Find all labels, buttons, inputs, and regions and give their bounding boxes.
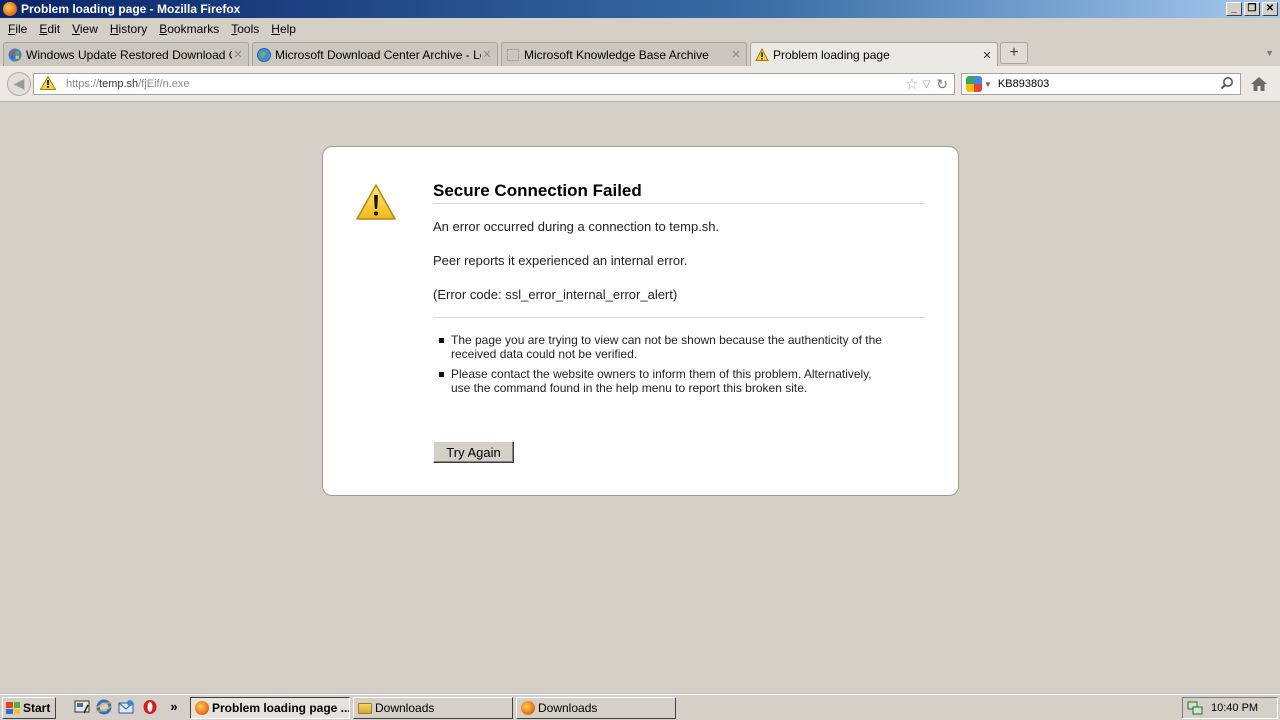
quick-launch-chevron-icon[interactable]: »	[166, 699, 182, 715]
error-title: Secure Connection Failed	[433, 181, 925, 204]
search-icon[interactable]	[1220, 76, 1234, 93]
tab-knowledge-base[interactable]: Microsoft Knowledge Base Archive ✕	[501, 42, 747, 66]
search-engine-dropdown-icon[interactable]: ▼	[984, 80, 992, 89]
window-title-bar[interactable]: Problem loading page - Mozilla Firefox _…	[0, 0, 1280, 18]
task-label: Problem loading page ...	[212, 701, 350, 715]
divider	[433, 317, 925, 318]
url-host: temp.sh	[99, 78, 139, 90]
home-icon	[1251, 77, 1267, 91]
error-panel: Secure Connection Failed An error occurr…	[322, 146, 959, 496]
bookmark-star-icon[interactable]: ☆	[905, 75, 918, 93]
menu-bookmarks[interactable]: Bookmarks	[153, 22, 225, 36]
menu-file[interactable]: File	[2, 22, 33, 36]
tab-windows-update[interactable]: Windows Update Restored Download Ce... ✕	[3, 42, 249, 66]
network-icon[interactable]	[1187, 701, 1203, 715]
warning-icon	[40, 76, 58, 92]
start-button[interactable]: Start	[2, 697, 56, 719]
reload-icon[interactable]: ↻	[936, 76, 948, 93]
internet-explorer-icon[interactable]	[94, 699, 114, 715]
url-path: /fjEif/n.exe	[138, 78, 190, 90]
menu-history[interactable]: History	[104, 22, 153, 36]
windows-icon	[8, 48, 22, 62]
close-tab-icon[interactable]: ✕	[730, 48, 742, 61]
window-title: Problem loading page - Mozilla Firefox	[21, 2, 241, 16]
opera-icon[interactable]	[142, 699, 158, 715]
back-button[interactable]: ◀	[7, 72, 31, 96]
windows-flag-icon	[6, 702, 20, 714]
home-button[interactable]	[1249, 75, 1269, 93]
url-scheme: https://	[66, 78, 100, 90]
error-code: (Error code: ssl_error_internal_error_al…	[433, 287, 678, 302]
close-tab-icon[interactable]: ✕	[232, 48, 244, 61]
menu-help[interactable]: Help	[265, 22, 302, 36]
new-tab-button[interactable]: +	[1000, 42, 1028, 64]
menu-bar: File Edit View History Bookmarks Tools H…	[0, 18, 1280, 40]
menu-view[interactable]: View	[66, 22, 104, 36]
minimize-button[interactable]: _	[1226, 2, 1242, 16]
navigation-toolbar: ◀ https://temp.sh/fjEif/n.exe ☆ ▽ ↻ ▼	[0, 66, 1280, 102]
search-input[interactable]	[997, 78, 1220, 90]
error-message: An error occurred during a connection to…	[433, 219, 720, 234]
list-item: Please contact the website owners to inf…	[433, 367, 883, 395]
blank-page-icon	[506, 48, 520, 62]
task-label: Downloads	[375, 701, 435, 715]
firefox-icon	[3, 2, 17, 16]
list-item: The page you are trying to view can not …	[433, 333, 883, 361]
url-bar[interactable]: https://temp.sh/fjEif/n.exe ☆ ▽ ↻	[33, 73, 955, 95]
tab-download-center[interactable]: Microsoft Download Center Archive - Leg.…	[252, 42, 498, 66]
page-content: Secure Connection Failed An error occurr…	[0, 102, 1280, 694]
error-detail: Peer reports it experienced an internal …	[433, 253, 688, 268]
error-bullet-list: The page you are trying to view can not …	[433, 333, 883, 401]
globe-icon	[257, 47, 271, 62]
url-text[interactable]: https://temp.sh/fjEif/n.exe	[66, 78, 905, 90]
task-firefox-problem-page[interactable]: Problem loading page ...	[190, 697, 350, 719]
google-search-engine-icon[interactable]	[966, 76, 982, 92]
firefox-icon	[195, 701, 209, 715]
tab-label: Microsoft Knowledge Base Archive	[524, 47, 709, 62]
folder-icon	[358, 702, 372, 714]
outlook-express-icon[interactable]	[118, 699, 134, 715]
menu-tools[interactable]: Tools	[225, 22, 265, 36]
close-tab-icon[interactable]: ✕	[481, 48, 493, 61]
close-button[interactable]: ✕	[1262, 2, 1278, 16]
task-downloads-folder[interactable]: Downloads	[353, 697, 513, 719]
show-desktop-icon[interactable]	[74, 699, 90, 715]
restore-button[interactable]: ❐	[1244, 2, 1260, 16]
tab-label: Microsoft Download Center Archive - Leg.…	[275, 47, 481, 62]
task-label: Downloads	[538, 701, 598, 715]
menu-edit[interactable]: Edit	[33, 22, 66, 36]
tab-label: Windows Update Restored Download Ce...	[26, 47, 232, 62]
close-tab-icon[interactable]: ✕	[981, 49, 993, 62]
tab-problem-loading[interactable]: Problem loading page ✕	[750, 42, 998, 67]
tab-bar: Windows Update Restored Download Ce... ✕…	[0, 40, 1280, 67]
system-tray: 10:40 PM	[1182, 697, 1278, 719]
tab-label: Problem loading page	[773, 48, 890, 62]
try-again-button[interactable]: Try Again	[433, 441, 514, 463]
clock[interactable]: 10:40 PM	[1211, 702, 1258, 714]
warning-icon	[755, 48, 769, 62]
start-label: Start	[23, 701, 51, 715]
firefox-icon	[521, 701, 535, 715]
warning-icon	[355, 183, 397, 224]
url-history-dropdown-icon[interactable]: ▽	[923, 79, 931, 90]
task-firefox-downloads[interactable]: Downloads	[516, 697, 676, 719]
tab-list-chevron-icon[interactable]: ▼	[1265, 48, 1274, 58]
search-bar[interactable]: ▼	[961, 73, 1241, 95]
taskbar: Start » Problem loading page ... Downloa…	[0, 694, 1280, 720]
arrow-left-icon: ◀	[13, 75, 25, 91]
